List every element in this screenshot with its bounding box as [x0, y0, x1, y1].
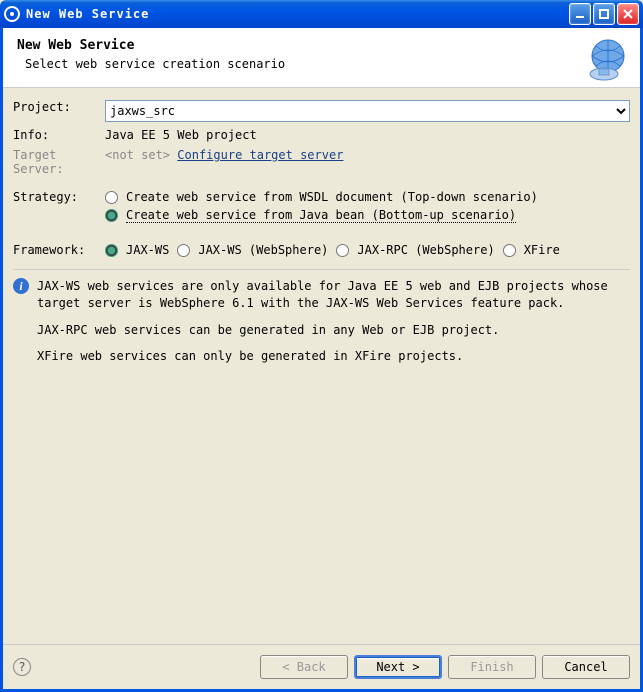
framework-jaxrpc-websphere-label[interactable]: JAX-RPC (WebSphere) — [357, 243, 494, 257]
back-button[interactable]: < Back — [260, 655, 348, 679]
page-subtitle: Select web service creation scenario — [25, 57, 626, 71]
info-icon: i — [13, 278, 29, 294]
framework-jaxws-radio[interactable] — [105, 244, 118, 257]
framework-jaxws-label[interactable]: JAX-WS — [126, 243, 169, 257]
framework-jaxws-websphere-label[interactable]: JAX-WS (WebSphere) — [198, 243, 328, 257]
page-title: New Web Service — [17, 38, 626, 53]
wizard-footer: ? < Back Next > Finish Cancel — [3, 644, 640, 689]
strategy-bottomup-label[interactable]: Create web service from Java bean (Botto… — [126, 208, 516, 223]
finish-button[interactable]: Finish — [448, 655, 536, 679]
strategy-topdown-radio[interactable] — [105, 191, 118, 204]
strategy-label: Strategy: — [13, 190, 105, 227]
target-server-label: Target Server: — [13, 148, 105, 176]
cancel-button[interactable]: Cancel — [542, 655, 630, 679]
info-text-block: JAX-WS web services are only available f… — [37, 278, 630, 375]
help-icon[interactable]: ? — [13, 658, 31, 676]
window-title: New Web Service — [26, 7, 567, 21]
globe-service-icon — [582, 36, 630, 84]
strategy-topdown-label[interactable]: Create web service from WSDL document (T… — [126, 190, 538, 204]
wizard-content: Project: jaxws_src Info: Java EE 5 Web p… — [3, 88, 640, 644]
maximize-button[interactable] — [593, 3, 615, 25]
title-bar: New Web Service — [0, 0, 643, 28]
framework-jaxrpc-websphere-radio[interactable] — [336, 244, 349, 257]
info-label: Info: — [13, 128, 105, 142]
framework-jaxws-websphere-radio[interactable] — [177, 244, 190, 257]
info-p2: JAX-RPC web services can be generated in… — [37, 322, 630, 339]
info-p3: XFire web services can only be generated… — [37, 348, 630, 365]
close-button[interactable] — [617, 3, 639, 25]
wizard-header: New Web Service Select web service creat… — [3, 28, 640, 88]
project-label: Project: — [13, 100, 105, 122]
framework-xfire-radio[interactable] — [503, 244, 516, 257]
framework-label: Framework: — [13, 243, 105, 261]
project-select[interactable]: jaxws_src — [105, 100, 630, 122]
separator — [13, 269, 630, 270]
next-button[interactable]: Next > — [354, 655, 442, 679]
wizard-title-icon — [4, 6, 20, 22]
framework-xfire-label[interactable]: XFire — [524, 243, 560, 257]
info-p1: JAX-WS web services are only available f… — [37, 278, 630, 312]
strategy-bottomup-radio[interactable] — [105, 209, 118, 222]
info-value: Java EE 5 Web project — [105, 128, 630, 142]
minimize-button[interactable] — [569, 3, 591, 25]
configure-target-server-link[interactable]: Configure target server — [177, 148, 343, 162]
target-server-value: <not set> — [105, 148, 170, 162]
